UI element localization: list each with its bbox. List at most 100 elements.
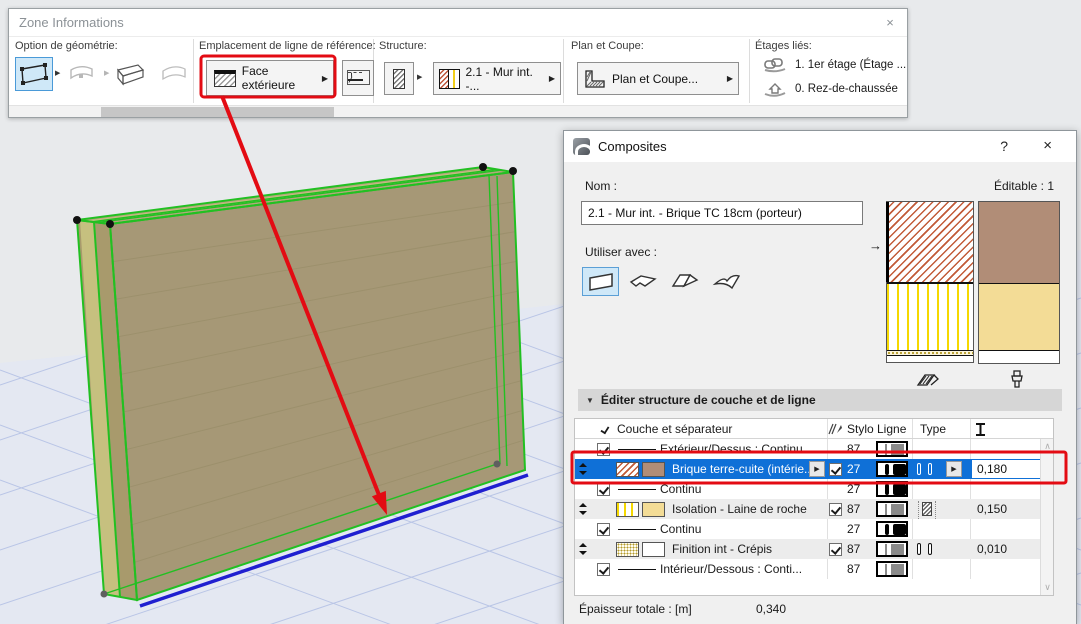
use-with-shell-button[interactable] xyxy=(708,267,745,296)
composite-value: 2.1 - Mur int. -... xyxy=(466,65,544,93)
geometry-flyout-arrow-icon[interactable]: ▶ xyxy=(55,69,60,77)
table-row[interactable]: Intérieur/Dessous : Conti... 87 xyxy=(575,559,1041,579)
thickness-header-icon xyxy=(976,423,985,436)
layer-column-header: Couche et séparateur xyxy=(617,419,732,439)
plaster-color-swatch[interactable] xyxy=(642,542,665,557)
use-with-slab-button[interactable] xyxy=(624,267,661,296)
reference-side-arrow-icon: → xyxy=(869,238,882,253)
insulation-color-swatch[interactable] xyxy=(642,502,665,517)
row-reorder-spinner[interactable] xyxy=(578,463,587,475)
wall-curved-box-geometry-button[interactable] xyxy=(155,57,193,91)
wall-tool-icon xyxy=(587,272,615,292)
pen-preview-icon[interactable] xyxy=(876,541,908,557)
use-with-wall-button[interactable] xyxy=(582,267,619,296)
scroll-down-icon[interactable]: ∨ xyxy=(1041,582,1054,593)
table-row[interactable]: Finition int - Crépis 87 0,010 xyxy=(575,539,1041,559)
composite-name-input[interactable] xyxy=(581,201,863,225)
use-with-roof-button[interactable] xyxy=(666,267,703,296)
core-layer-icon xyxy=(922,502,932,516)
layer-visibility-checkbox[interactable] xyxy=(829,543,842,556)
toolbar-scrollbar[interactable] xyxy=(9,105,907,117)
brick-pattern-swatch[interactable] xyxy=(616,462,639,477)
table-scrollbar[interactable]: ∧ ∨ xyxy=(1040,439,1053,595)
geometry-flyout-arrow-icon[interactable]: ▶ xyxy=(104,69,109,77)
total-thickness-label: Épaisseur totale : [m] xyxy=(579,602,692,616)
row-reorder-spinner[interactable] xyxy=(578,543,587,555)
type-dropdown-button[interactable]: ▶ xyxy=(946,461,962,477)
dialog-titlebar[interactable]: Composites xyxy=(564,131,1076,162)
separator-checkbox[interactable] xyxy=(597,443,610,456)
table-row[interactable]: Continu 27 xyxy=(575,479,1041,499)
pen-preview-icon[interactable] xyxy=(876,501,908,517)
total-thickness-value: 0,340 xyxy=(756,602,786,616)
reference-line-dropdown[interactable]: Face extérieure ▶ xyxy=(206,60,334,96)
pen-preview-icon[interactable] xyxy=(876,481,908,497)
separator-checkbox[interactable] xyxy=(597,563,610,576)
table-header: Couche et séparateur Stylo Ligne Type xyxy=(575,419,1053,439)
wall-straight-geometry-button[interactable] xyxy=(15,57,53,91)
help-icon[interactable]: ? xyxy=(1000,138,1008,154)
edit-structure-section-header[interactable]: ▼ Éditer structure de couche et de ligne xyxy=(578,389,1062,411)
collapse-arrow-icon: ▼ xyxy=(586,396,594,405)
table-row-selected[interactable]: Brique terre-cuite (intérie... ▶ 27 ▶ 0,… xyxy=(575,459,1041,479)
separator-checkbox[interactable] xyxy=(597,523,610,536)
composite-dropdown[interactable]: 2.1 - Mur int. -... ▶ xyxy=(433,62,561,95)
bottom-skin xyxy=(887,356,973,362)
surface-preview[interactable] xyxy=(978,201,1060,364)
separator-name: Continu xyxy=(660,519,701,539)
pen-number: 87 xyxy=(847,539,860,559)
table-row[interactable]: Extérieur/Dessus : Continu 87 xyxy=(575,439,1041,459)
thickness-input[interactable]: 0,180 xyxy=(972,460,1042,478)
separator-name: Intérieur/Dessous : Conti... xyxy=(660,559,802,579)
pen-preview-icon[interactable] xyxy=(876,461,908,477)
row-reorder-spinner[interactable] xyxy=(578,503,587,515)
toolbar-title: Zone Informations xyxy=(19,15,124,30)
layer-visibility-checkbox[interactable] xyxy=(829,503,842,516)
separator-name: Extérieur/Dessus : Continu xyxy=(660,439,803,459)
pen-number: 87 xyxy=(847,439,860,459)
surface-paint-icon xyxy=(1008,369,1026,389)
pen-preview-icon[interactable] xyxy=(876,441,908,457)
pen-preview-icon[interactable] xyxy=(876,561,908,577)
insulation-pattern-swatch[interactable] xyxy=(616,502,639,517)
slab-tool-icon xyxy=(628,272,658,292)
material-dropdown-button[interactable]: ▶ xyxy=(809,461,825,477)
scroll-up-icon[interactable]: ∧ xyxy=(1041,441,1054,452)
table-row[interactable]: Isolation - Laine de roche 87 0,150 xyxy=(575,499,1041,519)
toolbar-close-icon[interactable]: × xyxy=(881,14,899,32)
linked-story-top-label: 1. 1er étage (Étage ... xyxy=(795,59,906,71)
plan-coupe-dropdown[interactable]: Plan et Coupe... ▶ xyxy=(577,62,739,95)
linked-story-home[interactable]: 0. Rez-de-chaussée xyxy=(763,81,898,97)
home-story-icon xyxy=(763,81,787,97)
curved-box-wall-icon xyxy=(158,61,190,87)
separator-checkbox[interactable] xyxy=(597,483,610,496)
link-chain-icon xyxy=(763,57,787,73)
table-row[interactable]: Continu 27 xyxy=(575,519,1041,539)
wall-box-geometry-button[interactable] xyxy=(111,57,149,91)
plaster-pattern-swatch[interactable] xyxy=(616,542,639,557)
structure-type-button[interactable] xyxy=(384,62,414,95)
layer-type-icon xyxy=(917,543,932,555)
editable-count-label: Éditable : 1 xyxy=(994,179,1054,193)
name-label: Nom : xyxy=(585,179,617,193)
flip-side-icon: ⟩ xyxy=(348,70,368,86)
linked-story-home-label: 0. Rez-de-chaussée xyxy=(795,83,898,95)
insulation-fill-pattern xyxy=(887,284,973,350)
thickness-value: 0,010 xyxy=(977,539,1007,559)
close-icon[interactable]: × xyxy=(1043,137,1052,154)
plan-section-icon xyxy=(584,69,606,89)
composite-swatch-icon xyxy=(439,69,460,89)
cut-fill-preview[interactable] xyxy=(886,201,974,363)
use-with-label: Utiliser avec : xyxy=(585,245,657,259)
pen-preview-icon[interactable] xyxy=(876,521,908,537)
linked-story-top[interactable]: 1. 1er étage (Étage ... xyxy=(763,57,906,73)
toolbar-scrollbar-thumb[interactable] xyxy=(101,107,334,117)
layer-visibility-checkbox[interactable] xyxy=(829,463,842,476)
dialog-title: Composites xyxy=(598,139,667,154)
roof-tool-icon xyxy=(670,272,700,292)
structure-flyout-arrow-icon[interactable]: ▶ xyxy=(417,73,422,81)
line-type-sample xyxy=(618,569,656,570)
flip-reference-side-button[interactable]: ⟩ xyxy=(342,60,374,96)
brick-color-swatch[interactable] xyxy=(642,462,665,477)
wall-curved-geometry-button[interactable] xyxy=(63,57,101,91)
